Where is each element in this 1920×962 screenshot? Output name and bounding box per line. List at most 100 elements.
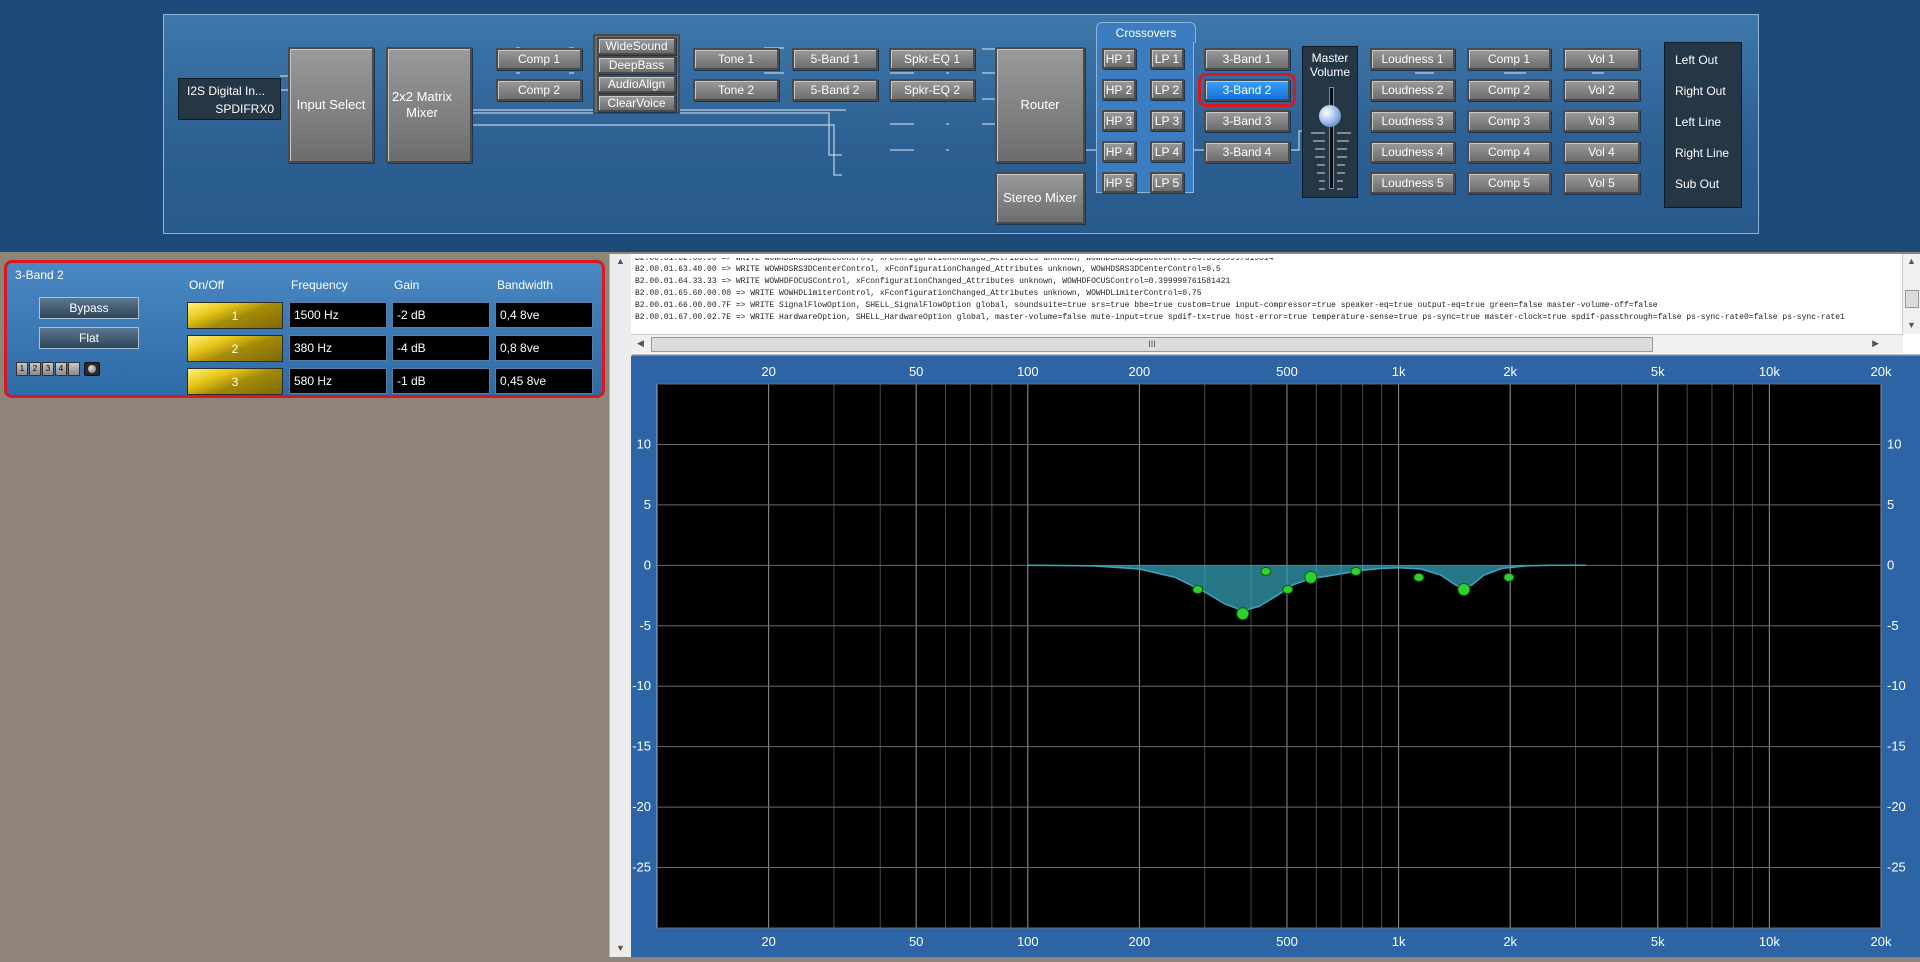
x-tick-label-bottom: 20k (1871, 934, 1892, 949)
band-3-bandwidth[interactable]: 0,45 8ve (495, 368, 593, 394)
master-volume-knob[interactable] (1319, 105, 1341, 127)
three-band-4-block[interactable]: 3-Band 4 (1204, 141, 1290, 163)
three-band-1-block[interactable]: 3-Band 1 (1204, 48, 1290, 70)
band-2-bandwidth[interactable]: 0,8 8ve (495, 335, 593, 361)
band-1-toggle[interactable]: 1 (187, 302, 283, 329)
source-block[interactable]: I2S Digital In... SPDIFRX0 (178, 78, 281, 120)
lp-3-block[interactable]: LP 3 (1150, 110, 1184, 131)
lp-4-block[interactable]: LP 4 (1150, 141, 1184, 162)
clearvoice-block[interactable]: ClearVoice (597, 94, 676, 112)
log-scroll-down-icon[interactable]: ▼ (1907, 320, 1916, 330)
band-2-frequency[interactable]: 380 Hz (289, 335, 387, 361)
loudness-3-block[interactable]: Loudness 3 (1370, 110, 1455, 132)
eq-response-svg[interactable]: 202050501001002002005005001k1k2k2k5k5k10… (631, 356, 1920, 957)
hp-5-block[interactable]: HP 5 (1102, 172, 1136, 193)
comp-out-3-block[interactable]: Comp 3 (1467, 110, 1551, 132)
comp-out-2-block[interactable]: Comp 2 (1467, 79, 1551, 101)
loudness-1-block[interactable]: Loudness 1 (1370, 48, 1455, 70)
comp-out-4-block[interactable]: Comp 4 (1467, 141, 1551, 163)
loudness-4-block[interactable]: Loudness 4 (1370, 141, 1455, 163)
five-band-1-block[interactable]: 5-Band 1 (792, 48, 878, 70)
audioalign-block[interactable]: AudioAlign (597, 75, 676, 93)
log-hscroll-thumb[interactable]: III (651, 337, 1653, 352)
preset-1-button[interactable]: 1 (16, 362, 28, 376)
tone-2-block[interactable]: Tone 2 (693, 79, 779, 101)
widesound-block[interactable]: WideSound (597, 37, 676, 55)
vol-4-block[interactable]: Vol 4 (1563, 141, 1640, 163)
log-scroll-left-icon[interactable]: ◀ (637, 338, 644, 349)
vol-3-block[interactable]: Vol 3 (1563, 110, 1640, 132)
preset-knob[interactable] (84, 362, 100, 376)
log-hscroll[interactable]: ◀ III ▶ (631, 334, 1903, 353)
three-band-3-block[interactable]: 3-Band 3 (1204, 110, 1290, 132)
comp-in-2-block[interactable]: Comp 2 (496, 79, 582, 101)
output-right-out: Right Out (1675, 84, 1726, 98)
band-3-toggle[interactable]: 3 (187, 368, 283, 395)
band-2-width-handle-left (1192, 585, 1204, 595)
lp-5-block[interactable]: LP 5 (1150, 172, 1184, 193)
vol-5-block[interactable]: Vol 5 (1563, 172, 1640, 194)
band-3-handle (1304, 570, 1318, 584)
band-1-gain[interactable]: -2 dB (392, 302, 490, 328)
spkr-eq-2-block[interactable]: Spkr-EQ 2 (889, 79, 975, 101)
scroll-down-icon[interactable]: ▼ (616, 943, 625, 953)
band-3-frequency[interactable]: 580 Hz (289, 368, 387, 394)
band-2-width-handle-right (1282, 585, 1294, 595)
x-tick-label-top: 10k (1759, 364, 1780, 379)
band-1-frequency[interactable]: 1500 Hz (289, 302, 387, 328)
signal-flow-area: I2S Digital In... SPDIFRX0 Input Select … (0, 0, 1920, 252)
band-2-gain[interactable]: -4 dB (392, 335, 490, 361)
loudness-2-block[interactable]: Loudness 2 (1370, 79, 1455, 101)
tone-1-block[interactable]: Tone 1 (693, 48, 779, 70)
comp-out-1-block[interactable]: Comp 1 (1467, 48, 1551, 70)
outputs-block[interactable]: Left Out Right Out Left Line Right Line … (1664, 42, 1742, 208)
y-tick-label-left: -15 (632, 739, 651, 754)
band-1-handle (1457, 583, 1471, 597)
lp-2-block[interactable]: LP 2 (1150, 79, 1184, 100)
preset-5-button[interactable] (68, 362, 80, 376)
preset-2-button[interactable]: 2 (29, 362, 41, 376)
master-volume-block[interactable]: Master Volume (1302, 46, 1358, 198)
stereo-mixer-block[interactable]: Stereo Mixer (995, 172, 1085, 224)
band-1-bandwidth[interactable]: 0,4 8ve (495, 302, 593, 328)
hp-4-block[interactable]: HP 4 (1102, 141, 1136, 162)
splitter-scrollbar[interactable]: ▲ ▼ (609, 254, 632, 957)
router-block[interactable]: Router (995, 47, 1085, 163)
y-tick-label-left: -25 (632, 860, 651, 875)
log-vscroll-thumb[interactable] (1905, 290, 1919, 308)
lp-1-block[interactable]: LP 1 (1150, 48, 1184, 69)
comp-out-5-block[interactable]: Comp 5 (1467, 172, 1551, 194)
output-left-out: Left Out (1675, 53, 1718, 67)
loudness-5-block[interactable]: Loudness 5 (1370, 172, 1455, 194)
log-scroll-right-icon[interactable]: ▶ (1872, 338, 1879, 349)
x-tick-label-bottom: 5k (1651, 934, 1665, 949)
x-tick-label-top: 200 (1129, 364, 1151, 379)
spkr-eq-1-block[interactable]: Spkr-EQ 1 (889, 48, 975, 70)
x-tick-label-bottom: 100 (1017, 934, 1039, 949)
crossovers-tab[interactable]: Crossovers (1096, 22, 1196, 43)
eq-response-graph[interactable]: 20 20 50 50 100 100 200 200 500 500 1k 1k 2k 2k 5k 5k 10… (631, 356, 1920, 957)
log-vscroll[interactable]: ▲ ▼ (1902, 254, 1920, 334)
hp-1-block[interactable]: HP 1 (1102, 48, 1136, 69)
comp-in-1-block[interactable]: Comp 1 (496, 48, 582, 70)
vol-1-block[interactable]: Vol 1 (1563, 48, 1640, 70)
bypass-button[interactable]: Bypass (39, 297, 139, 319)
band-3-gain[interactable]: -1 dB (392, 368, 490, 394)
log-console[interactable]: B2.00.01.62.00.00 => WRITE WOWHDSRS3DSpa… (631, 254, 1920, 355)
flat-button[interactable]: Flat (39, 327, 139, 349)
vol-2-block[interactable]: Vol 2 (1563, 79, 1640, 101)
hp-2-block[interactable]: HP 2 (1102, 79, 1136, 100)
scroll-up-icon[interactable]: ▲ (616, 256, 625, 266)
preset-4-button[interactable]: 4 (55, 362, 67, 376)
input-select-block[interactable]: Input Select (288, 47, 374, 163)
deepbass-block[interactable]: DeepBass (597, 56, 676, 74)
preset-3-button[interactable]: 3 (42, 362, 54, 376)
y-tick-label-right: -25 (1887, 860, 1906, 875)
selection-highlight (1198, 73, 1296, 107)
log-scroll-up-icon[interactable]: ▲ (1907, 256, 1916, 266)
band-2-toggle[interactable]: 2 (187, 335, 283, 362)
matrix-mixer-block[interactable]: 2x2 Matrix Mixer (386, 47, 472, 163)
five-band-2-block[interactable]: 5-Band 2 (792, 79, 878, 101)
hp-3-block[interactable]: HP 3 (1102, 110, 1136, 131)
y-tick-label-left: 5 (644, 497, 651, 512)
